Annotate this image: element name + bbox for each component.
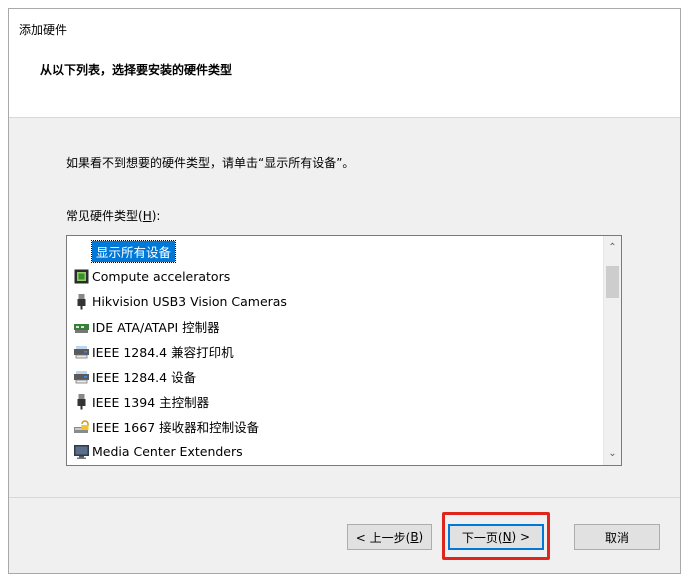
footer-divider: [9, 497, 680, 498]
usb-plug-icon: [73, 293, 90, 310]
hardware-types-label: 常见硬件类型(H):: [66, 209, 161, 223]
list-item-ide-controller[interactable]: IDE ATA/ATAPI 控制器: [73, 315, 220, 337]
cancel-button[interactable]: 取消: [574, 524, 660, 550]
list-item-compute-accelerators[interactable]: Compute accelerators: [73, 265, 230, 287]
listbox-scrollbar[interactable]: ⌃ ⌄: [603, 236, 621, 465]
back-button[interactable]: < 上一步(B): [347, 524, 432, 550]
hardware-types-listbox[interactable]: 显示所有设备 Compute accelerators Hikvision US…: [66, 235, 622, 466]
hardware-types-items: 显示所有设备 Compute accelerators Hikvision US…: [67, 236, 603, 465]
scroll-down-icon[interactable]: ⌄: [604, 445, 621, 462]
printer-icon: [73, 343, 90, 360]
list-item-ieee-1284-device[interactable]: IEEE 1284.4 设备: [73, 365, 196, 387]
instruction-text: 如果看不到想要的硬件类型，请单击“显示所有设备”。: [66, 156, 355, 170]
list-item-ieee-1667[interactable]: IEEE 1667 接收器和控制设备: [73, 415, 259, 437]
next-button-highlight: [442, 512, 550, 560]
window-title: 添加硬件: [19, 23, 68, 37]
page-heading: 从以下列表，选择要安装的硬件类型: [40, 63, 233, 77]
usb-plug-icon: [73, 393, 90, 410]
scrollbar-thumb[interactable]: [606, 266, 619, 298]
list-item-media-center-extenders[interactable]: Media Center Extenders: [73, 440, 243, 462]
chip-icon: [73, 268, 90, 285]
dialog-header: 添加硬件 从以下列表，选择要安装的硬件类型: [9, 9, 680, 118]
blank-icon: [73, 243, 90, 260]
scroll-up-icon[interactable]: ⌃: [604, 239, 621, 256]
list-item-show-all-devices[interactable]: 显示所有设备: [73, 239, 177, 263]
monitor-icon: [73, 443, 90, 460]
list-item-hikvision-cameras[interactable]: Hikvision USB3 Vision Cameras: [73, 290, 287, 312]
list-item-ieee-1284-printer[interactable]: IEEE 1284.4 兼容打印机: [73, 340, 234, 362]
ide-controller-icon: [73, 318, 90, 335]
add-hardware-dialog: 添加硬件 从以下列表，选择要安装的硬件类型 如果看不到想要的硬件类型，请单击“显…: [8, 8, 681, 574]
list-item-ieee-1394-controller[interactable]: IEEE 1394 主控制器: [73, 390, 209, 412]
drive-lock-icon: [73, 418, 90, 435]
printer-icon: [73, 368, 90, 385]
